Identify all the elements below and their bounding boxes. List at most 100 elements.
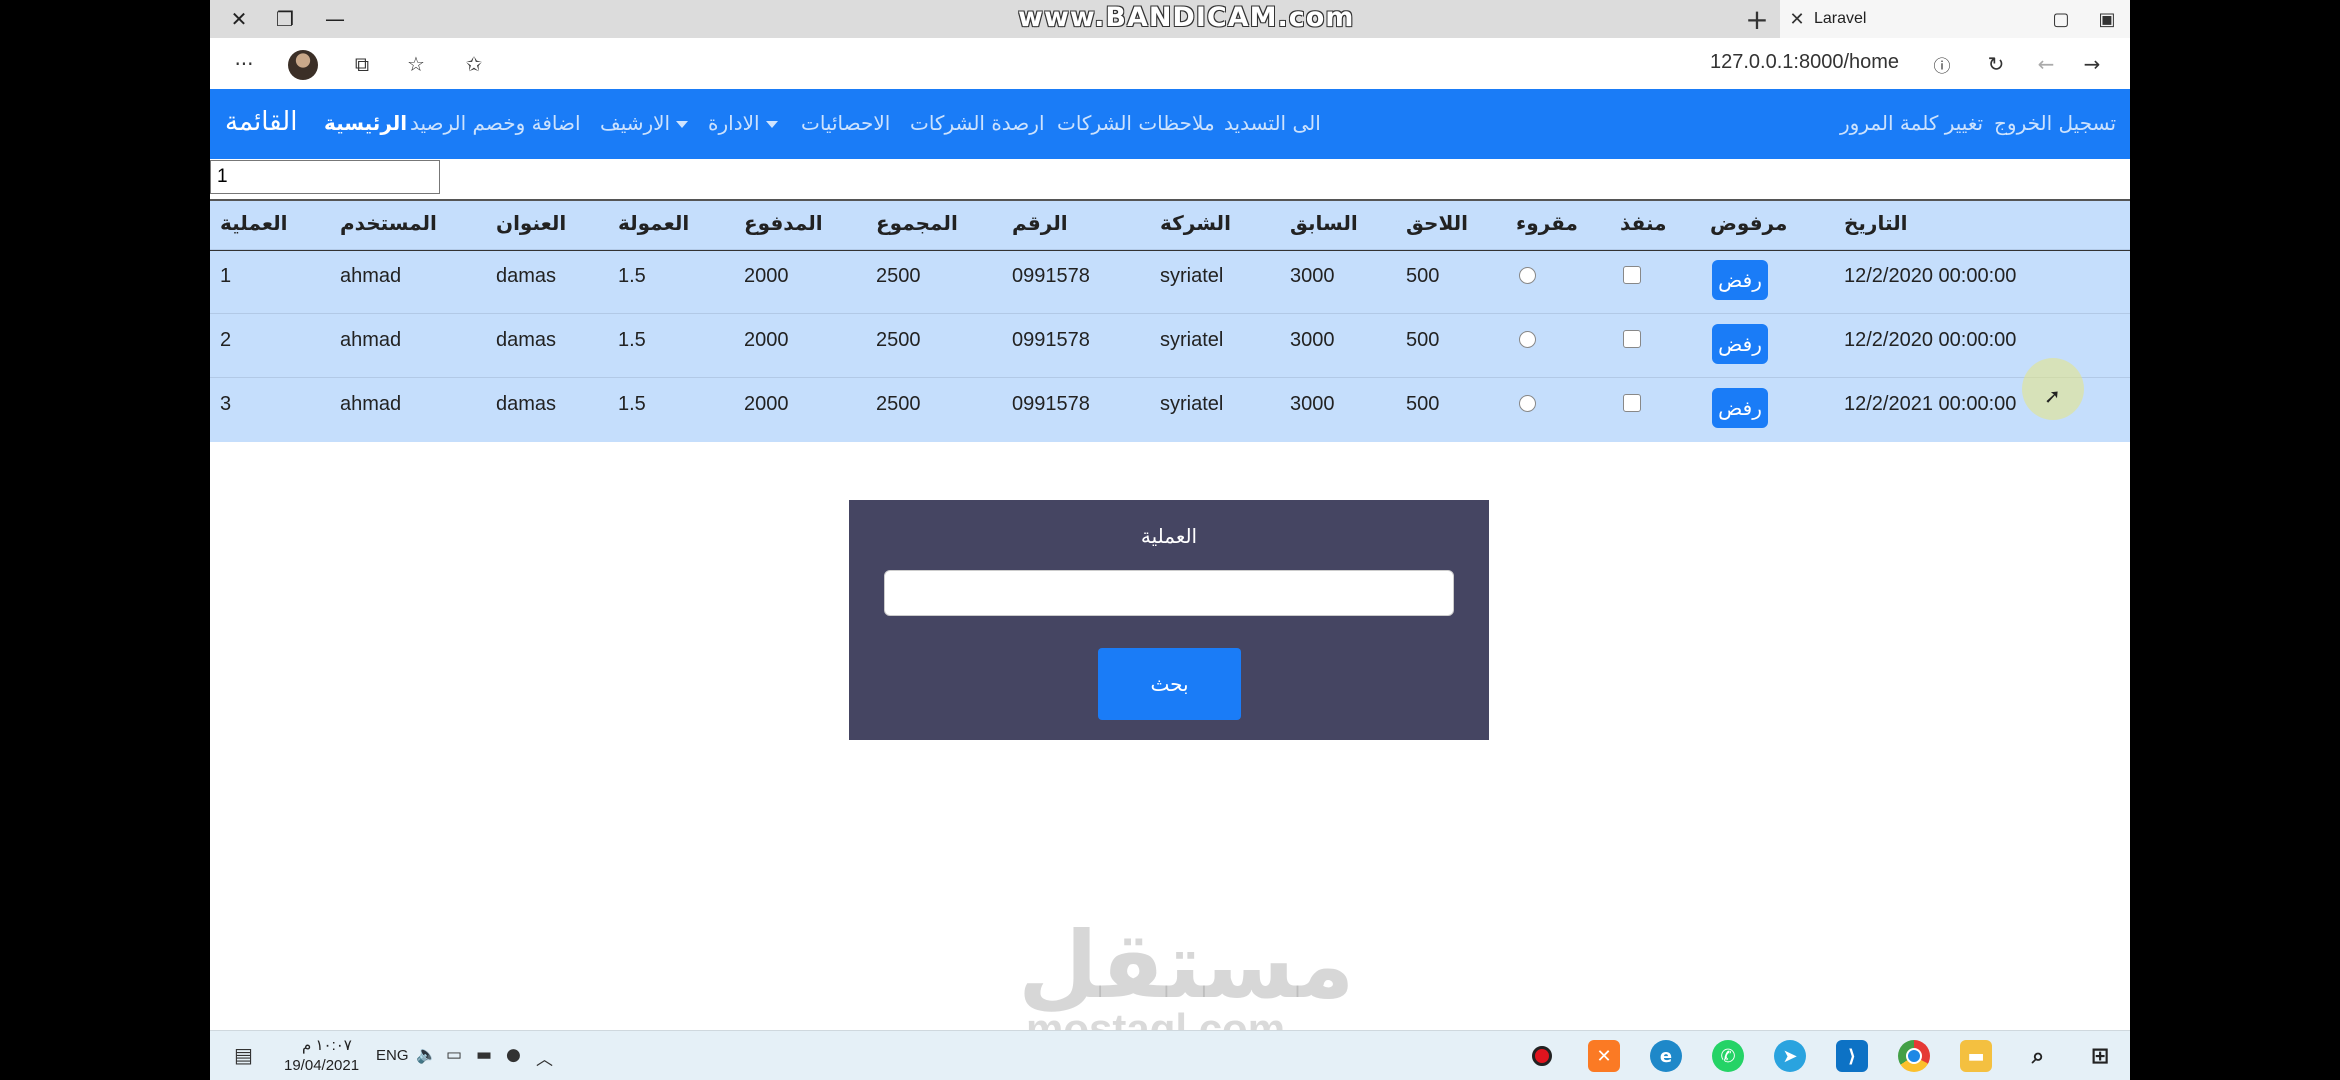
file-explorer-icon[interactable]: ▬ (1960, 1040, 1992, 1072)
mouse-cursor-icon: ➚ (2044, 384, 2061, 408)
header-next: اللاحق (1406, 211, 1468, 235)
forward-icon[interactable]: → (2076, 48, 2108, 80)
cell-company: syriatel (1160, 265, 1224, 287)
cell-next: 500 (1406, 329, 1440, 351)
bandicam-watermark: www.BANDICAM.com (1018, 2, 1355, 33)
cell-previous: 3000 (1290, 393, 1335, 415)
nav-brand[interactable]: القائمة (225, 107, 297, 137)
cell-company: syriatel (1160, 329, 1224, 351)
tab-actions-icon[interactable]: ▣ (2084, 9, 2130, 30)
chevron-down-icon (765, 121, 778, 128)
add-favorite-icon[interactable]: ✩ (458, 48, 490, 80)
cell-address: damas (496, 265, 557, 287)
cell-address: damas (496, 329, 557, 351)
language-indicator[interactable]: ENG (376, 1047, 409, 1064)
navbar: القائمة الرئيسية اضافة وخصم الرصيد الارش… (210, 89, 2130, 159)
search-icon[interactable]: ⌕ (2022, 1040, 2054, 1072)
cell-total: 2500 (876, 329, 921, 351)
bandicam-record-icon[interactable] (1526, 1040, 1558, 1072)
table-row: 1 ahmad damas 1.5 2000 2500 0991578 syri… (210, 249, 2130, 314)
windows-start-icon[interactable]: ⊞ (2084, 1040, 2116, 1072)
search-button[interactable]: بحث (1098, 648, 1241, 720)
cell-total: 2500 (876, 265, 921, 287)
more-options-icon[interactable]: ··· (228, 48, 260, 80)
url-field[interactable]: 127.0.0.1:8000/home (1710, 51, 1899, 74)
header-address: العنوان (496, 211, 567, 235)
notifications-icon[interactable]: ▤ (234, 1043, 253, 1067)
cell-previous: 3000 (1290, 329, 1335, 351)
mostaql-watermark-arabic: مستقل (1018, 912, 1355, 1019)
read-radio[interactable] (1519, 395, 1536, 412)
cell-paid: 2000 (744, 329, 789, 351)
new-tab-button[interactable]: + (1734, 0, 1780, 38)
battery-icon[interactable]: ▬ (476, 1045, 492, 1065)
edge-icon[interactable]: e (1650, 1040, 1682, 1072)
chevron-up-icon[interactable]: ︿ (536, 1045, 553, 1070)
header-total: المجموع (876, 211, 958, 235)
cell-next: 500 (1406, 265, 1440, 287)
nav-logout[interactable]: تسجيل الخروج (1994, 111, 2116, 135)
cell-commission: 1.5 (618, 265, 646, 287)
back-icon[interactable]: ← (2030, 48, 2062, 80)
cell-operation: 2 (220, 329, 232, 351)
reject-button[interactable]: رفض (1712, 388, 1768, 428)
reject-button[interactable]: رفض (1712, 324, 1768, 364)
xampp-icon[interactable]: ✕ (1588, 1040, 1620, 1072)
favorites-icon[interactable]: ☆ (400, 48, 432, 80)
nav-statistics[interactable]: الاحصائيات (801, 111, 890, 135)
cell-paid: 2000 (744, 265, 789, 287)
table-header: العملية المستخدم العنوان العمولة المدفوع… (210, 201, 2130, 251)
executed-checkbox[interactable] (1623, 330, 1641, 348)
whatsapp-icon[interactable]: ✆ (1712, 1040, 1744, 1072)
volume-icon[interactable]: 🔈 (416, 1045, 437, 1065)
nav-payment[interactable]: الى التسديد (1224, 111, 1321, 135)
nav-home[interactable]: الرئيسية (324, 111, 407, 135)
browser-tab[interactable]: ✕ Laravel ▢ ▣ (1780, 0, 2130, 38)
clock-time[interactable]: ١٠:٠٧ م (302, 1036, 352, 1054)
profile-avatar[interactable] (288, 50, 318, 80)
vscode-icon[interactable]: ⟩ (1836, 1040, 1868, 1072)
table-row: 2 ahmad damas 1.5 2000 2500 0991578 syri… (210, 313, 2130, 378)
nav-change-password[interactable]: تغيير كلمة المرور (1840, 111, 1983, 135)
site-info-icon[interactable]: ⓘ (1926, 48, 1958, 80)
tab-close-icon[interactable]: ✕ (1780, 9, 1814, 30)
chrome-icon[interactable] (1898, 1040, 1930, 1072)
executed-checkbox[interactable] (1623, 394, 1641, 412)
operations-table: العملية المستخدم العنوان العمولة المدفوع… (210, 199, 2130, 442)
reject-button[interactable]: رفض (1712, 260, 1768, 300)
clock-date[interactable]: 19/04/2021 (284, 1057, 359, 1074)
nav-admin[interactable]: الادارة (708, 111, 778, 135)
chevron-down-icon (676, 121, 689, 128)
nav-balance[interactable]: اضافة وخصم الرصيد (410, 111, 581, 135)
nav-archive[interactable]: الارشيف (600, 111, 689, 135)
cell-paid: 2000 (744, 393, 789, 415)
read-radio[interactable] (1519, 267, 1536, 284)
header-date: التاريخ (1844, 211, 1908, 235)
nav-company-notes[interactable]: ملاحظات الشركات (1057, 111, 1215, 135)
taskbar: ▤ ١٠:٠٧ م 19/04/2021 ENG 🔈 ▭ ▬ ● ︿ ✕ e ✆… (210, 1030, 2130, 1080)
header-number: الرقم (1012, 211, 1068, 235)
search-label: العملية (1140, 524, 1198, 548)
cell-user: ahmad (340, 393, 402, 415)
header-operation: العملية (220, 211, 288, 235)
filter-input[interactable] (210, 160, 440, 194)
minimize-window-icon[interactable]: — (306, 0, 364, 38)
collections-icon[interactable]: ⧉ (346, 48, 378, 80)
microphone-icon[interactable]: ● (506, 1045, 521, 1065)
search-input[interactable] (884, 570, 1454, 616)
refresh-icon[interactable]: ↻ (1980, 48, 2012, 80)
network-icon[interactable]: ▭ (446, 1045, 462, 1065)
executed-checkbox[interactable] (1623, 266, 1641, 284)
title-bar: ✕ ❐ — www.BANDICAM.com + ✕ Laravel ▢ ▣ (210, 0, 2130, 38)
cell-next: 500 (1406, 393, 1440, 415)
cell-user: ahmad (340, 329, 402, 351)
read-radio[interactable] (1519, 331, 1536, 348)
cell-user: ahmad (340, 265, 402, 287)
telegram-icon[interactable]: ➤ (1774, 1040, 1806, 1072)
header-read: مقروء (1516, 211, 1578, 235)
nav-company-balances[interactable]: ارصدة الشركات (910, 111, 1045, 135)
header-company: الشركة (1160, 211, 1231, 235)
header-user: المستخدم (340, 211, 437, 235)
search-panel: العملية بحث (849, 500, 1489, 740)
cell-date: 12/2/2020 00:00:00 (1844, 265, 2017, 287)
